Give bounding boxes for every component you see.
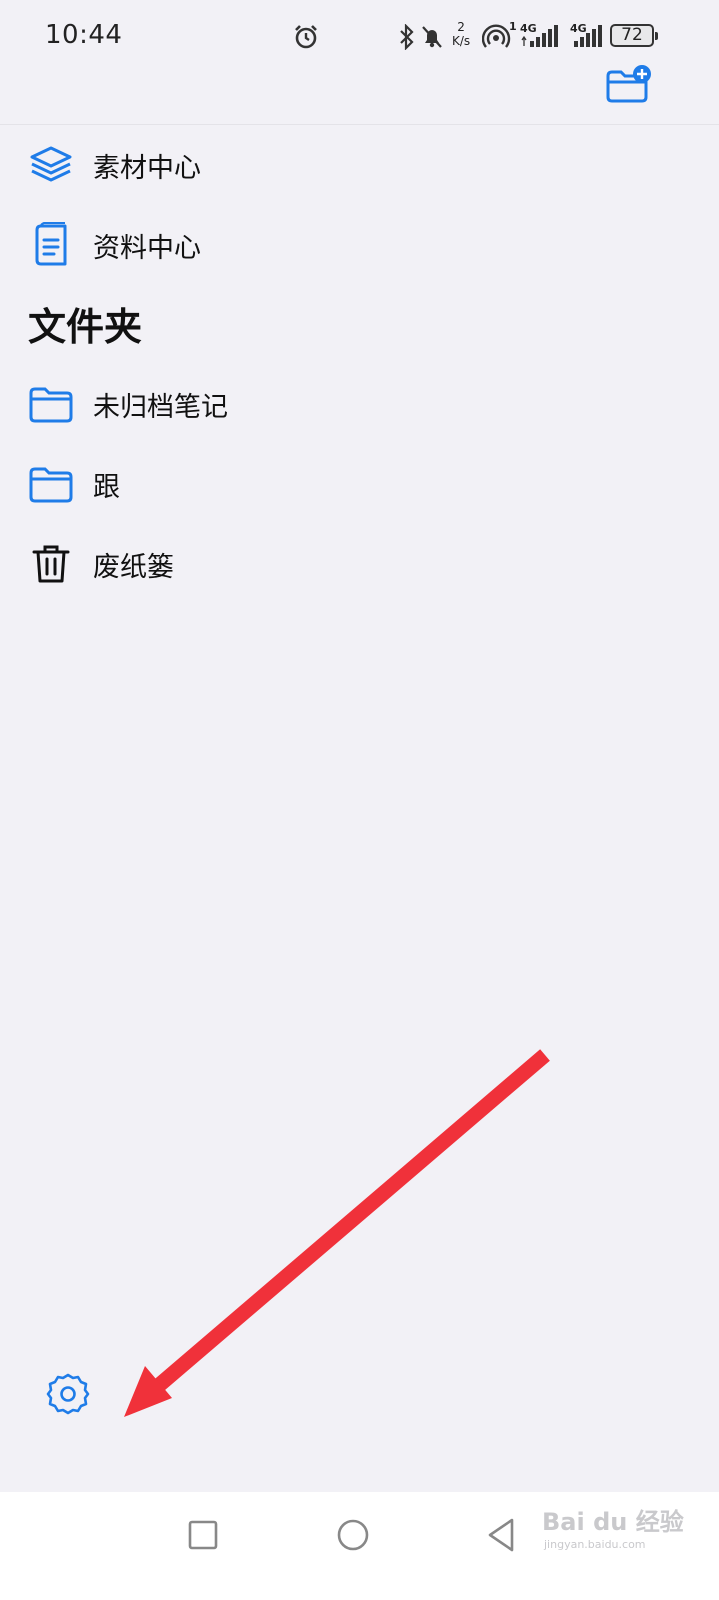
status-time: 10:44 [45,20,123,50]
document-icon [35,222,67,266]
folder-item-label: 废纸篓 [93,551,174,583]
battery-icon: 72 [610,24,658,47]
hotspot-count: 1 [509,20,517,33]
back-triangle-icon[interactable] [478,1512,524,1558]
recents-square-icon[interactable] [180,1512,226,1558]
folder-item-gen[interactable]: 跟 [0,448,719,520]
home-circle-icon[interactable] [330,1512,376,1558]
folder-plus-icon[interactable] [604,64,654,106]
header-divider [0,124,719,125]
gear-icon[interactable] [46,1372,90,1416]
folder-icon [29,387,73,423]
trash-icon [32,545,70,583]
layers-icon [30,146,72,182]
menu-item-label: 素材中心 [93,152,201,184]
hotspot-icon [482,24,511,48]
folder-item-label: 跟 [93,471,120,503]
menu-item-resources[interactable]: 资料中心 [0,209,719,281]
speed-unit: K/s [452,34,471,48]
alarm-icon [295,25,317,49]
folder-icon [29,467,73,503]
network-speed: 2 K/s [452,20,470,48]
mute-icon [422,26,442,48]
folder-item-trash[interactable]: 废纸篓 [0,528,719,600]
signal-icon [521,25,558,47]
watermark: Bai du 经验 jingyan.baidu.com [536,1500,706,1560]
folder-item-unfiled-notes[interactable]: 未归档笔记 [0,368,719,440]
speed-value: 2 [457,20,465,34]
menu-item-materials[interactable]: 素材中心 [0,129,719,201]
signal-icon [574,25,602,47]
menu-item-label: 资料中心 [93,232,201,264]
folder-item-label: 未归档笔记 [93,391,228,423]
watermark-main: Bai du 经验 [542,1508,684,1536]
bluetooth-icon [400,24,414,50]
watermark-sub: jingyan.baidu.com [544,1538,646,1551]
folders-section-title: 文件夹 [28,305,143,349]
